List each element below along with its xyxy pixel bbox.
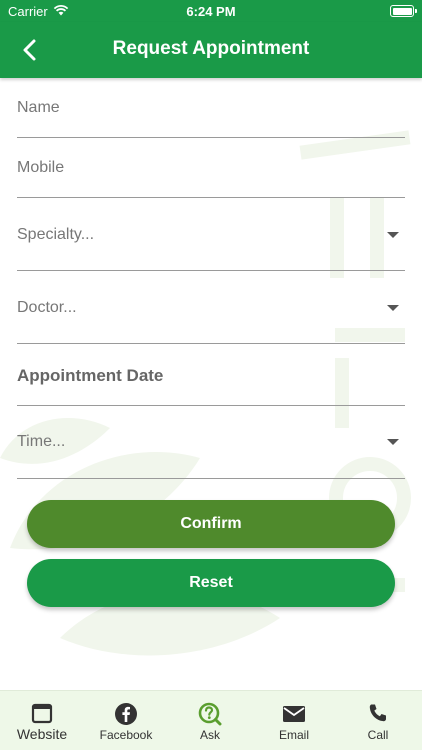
appointment-date-label: Appointment Date [17, 366, 164, 385]
doctor-placeholder: Doctor... [17, 299, 77, 316]
bottom-tab-bar: Website Facebook Ask Email Call [0, 690, 422, 750]
battery-icon [390, 5, 417, 17]
dropdown-arrow-icon [387, 232, 399, 238]
dropdown-arrow-icon [387, 305, 399, 311]
tab-facebook[interactable]: Facebook [84, 691, 168, 750]
mobile-field[interactable]: Mobile [17, 138, 405, 198]
time-select[interactable]: Time... [17, 406, 405, 479]
dropdown-arrow-icon [387, 439, 399, 445]
specialty-select[interactable]: Specialty... [17, 198, 405, 271]
tab-facebook-label: Facebook [99, 728, 153, 742]
tab-ask-label: Ask [199, 728, 220, 742]
status-bar: Carrier 6:24 PM [0, 0, 422, 22]
nav-bar: Request Appointment [0, 22, 422, 78]
name-field[interactable]: Name [17, 78, 405, 138]
appointment-date-field[interactable]: Appointment Date [17, 344, 405, 406]
page-title: Request Appointment [112, 38, 310, 59]
tab-call-label: Call [367, 728, 389, 742]
reset-button[interactable]: Reset [27, 559, 395, 607]
name-placeholder: Name [17, 99, 60, 116]
mobile-placeholder: Mobile [17, 159, 65, 176]
phone-icon [369, 704, 386, 722]
browser-window-icon [31, 703, 53, 724]
question-magnifier-icon [198, 702, 222, 726]
tab-call[interactable]: Call [336, 691, 420, 750]
tab-email-label: Email [278, 728, 309, 742]
tab-email[interactable]: Email [252, 691, 336, 750]
tab-website-label: Website [16, 726, 68, 742]
tab-website[interactable]: Website [0, 691, 84, 750]
doctor-select[interactable]: Doctor... [17, 271, 405, 344]
confirm-button[interactable]: Confirm [27, 500, 395, 548]
clock: 6:24 PM [186, 4, 236, 19]
time-placeholder: Time... [17, 433, 66, 450]
envelope-icon [283, 706, 305, 722]
specialty-placeholder: Specialty... [17, 226, 95, 243]
facebook-icon [115, 703, 137, 725]
tab-ask[interactable]: Ask [168, 691, 252, 750]
